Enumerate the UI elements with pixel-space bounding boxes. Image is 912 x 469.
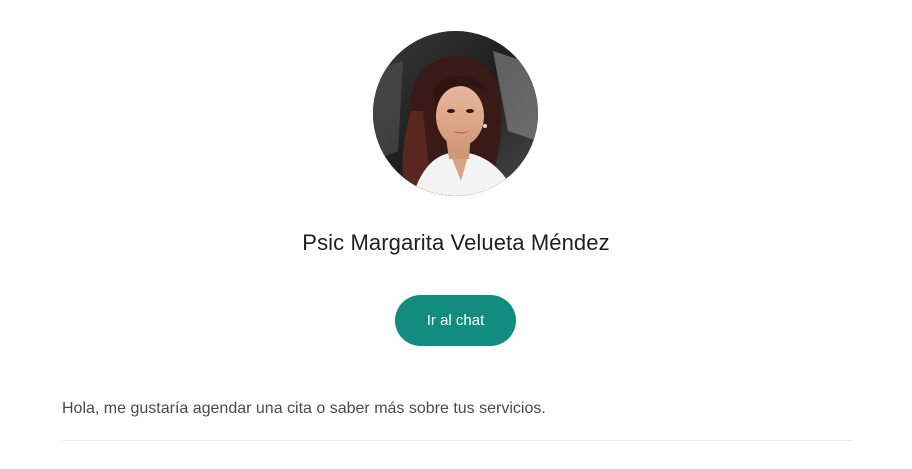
prefilled-message: Hola, me gustaría agendar una cita o sab… bbox=[62, 400, 546, 417]
profile-name: Psic Margarita Velueta Méndez bbox=[302, 230, 610, 255]
go-to-chat-button[interactable]: Ir al chat bbox=[395, 295, 516, 346]
divider bbox=[62, 440, 852, 441]
profile-avatar bbox=[373, 31, 538, 196]
profile-page: Psic Margarita Velueta Méndez Ir al chat… bbox=[0, 0, 912, 469]
profile-photo bbox=[373, 31, 538, 196]
